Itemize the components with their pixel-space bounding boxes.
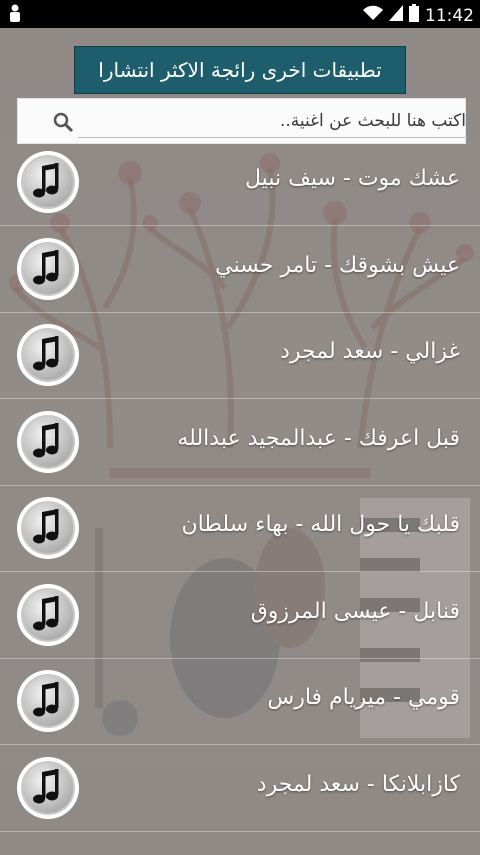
- other-apps-banner-button[interactable]: تطبيقات اخرى رائجة الاكثر انتشارا: [74, 46, 406, 94]
- list-item[interactable]: قبل اعرفك - عبدالمجيد عبدالله: [0, 400, 480, 486]
- search-icon[interactable]: [52, 111, 74, 133]
- list-item[interactable]: كازابلانكا - سعد لمجرد: [0, 746, 480, 832]
- music-note-icon[interactable]: [16, 756, 80, 820]
- notification-icon: [8, 4, 22, 27]
- song-title: قلبك يا حول الله - بهاء سلطان: [181, 512, 460, 537]
- battery-icon: [409, 4, 419, 27]
- song-title: قبل اعرفك - عبدالمجيد عبدالله: [177, 425, 460, 451]
- music-note-icon[interactable]: [16, 323, 80, 387]
- list-item[interactable]: قلبك يا حول الله - بهاء سلطان: [0, 486, 480, 572]
- music-note-icon[interactable]: [16, 496, 80, 560]
- signal-icon: [389, 5, 403, 26]
- search-input[interactable]: [78, 107, 470, 135]
- music-note-icon[interactable]: [16, 410, 80, 474]
- banner-label: تطبيقات اخرى رائجة الاكثر انتشارا: [98, 58, 382, 82]
- divider: [0, 830, 480, 832]
- list-item[interactable]: غزالي - سعد لمجرد: [0, 313, 480, 399]
- music-note-icon[interactable]: [16, 150, 80, 214]
- list-item[interactable]: عيش بشوقك - تامر حسني: [0, 227, 480, 313]
- song-title: قومي - ميريام فارس: [267, 685, 460, 710]
- search-bar: [17, 98, 470, 144]
- song-title: غزالي - سعد لمجرد: [280, 339, 460, 364]
- list-item[interactable]: قنابل - عيسى المرزوق: [0, 573, 480, 659]
- song-title: قنابل - عيسى المرزوق: [250, 598, 460, 624]
- wifi-icon: [363, 5, 383, 26]
- song-title: عيش بشوقك - تامر حسني: [215, 252, 460, 278]
- song-title: عشك موت - سيف نبيل: [245, 166, 460, 191]
- list-item[interactable]: قومي - ميريام فارس: [0, 659, 480, 745]
- song-title: كازابلانكا - سعد لمجرد: [256, 771, 460, 797]
- music-note-icon[interactable]: [16, 583, 80, 647]
- music-note-icon[interactable]: [16, 669, 80, 733]
- music-note-icon[interactable]: [16, 237, 80, 301]
- list-item[interactable]: عشك موت - سيف نبيل: [0, 140, 480, 226]
- search-underline: [78, 137, 467, 138]
- status-time: 11:42: [425, 5, 474, 26]
- status-bar: 11:42: [0, 0, 480, 28]
